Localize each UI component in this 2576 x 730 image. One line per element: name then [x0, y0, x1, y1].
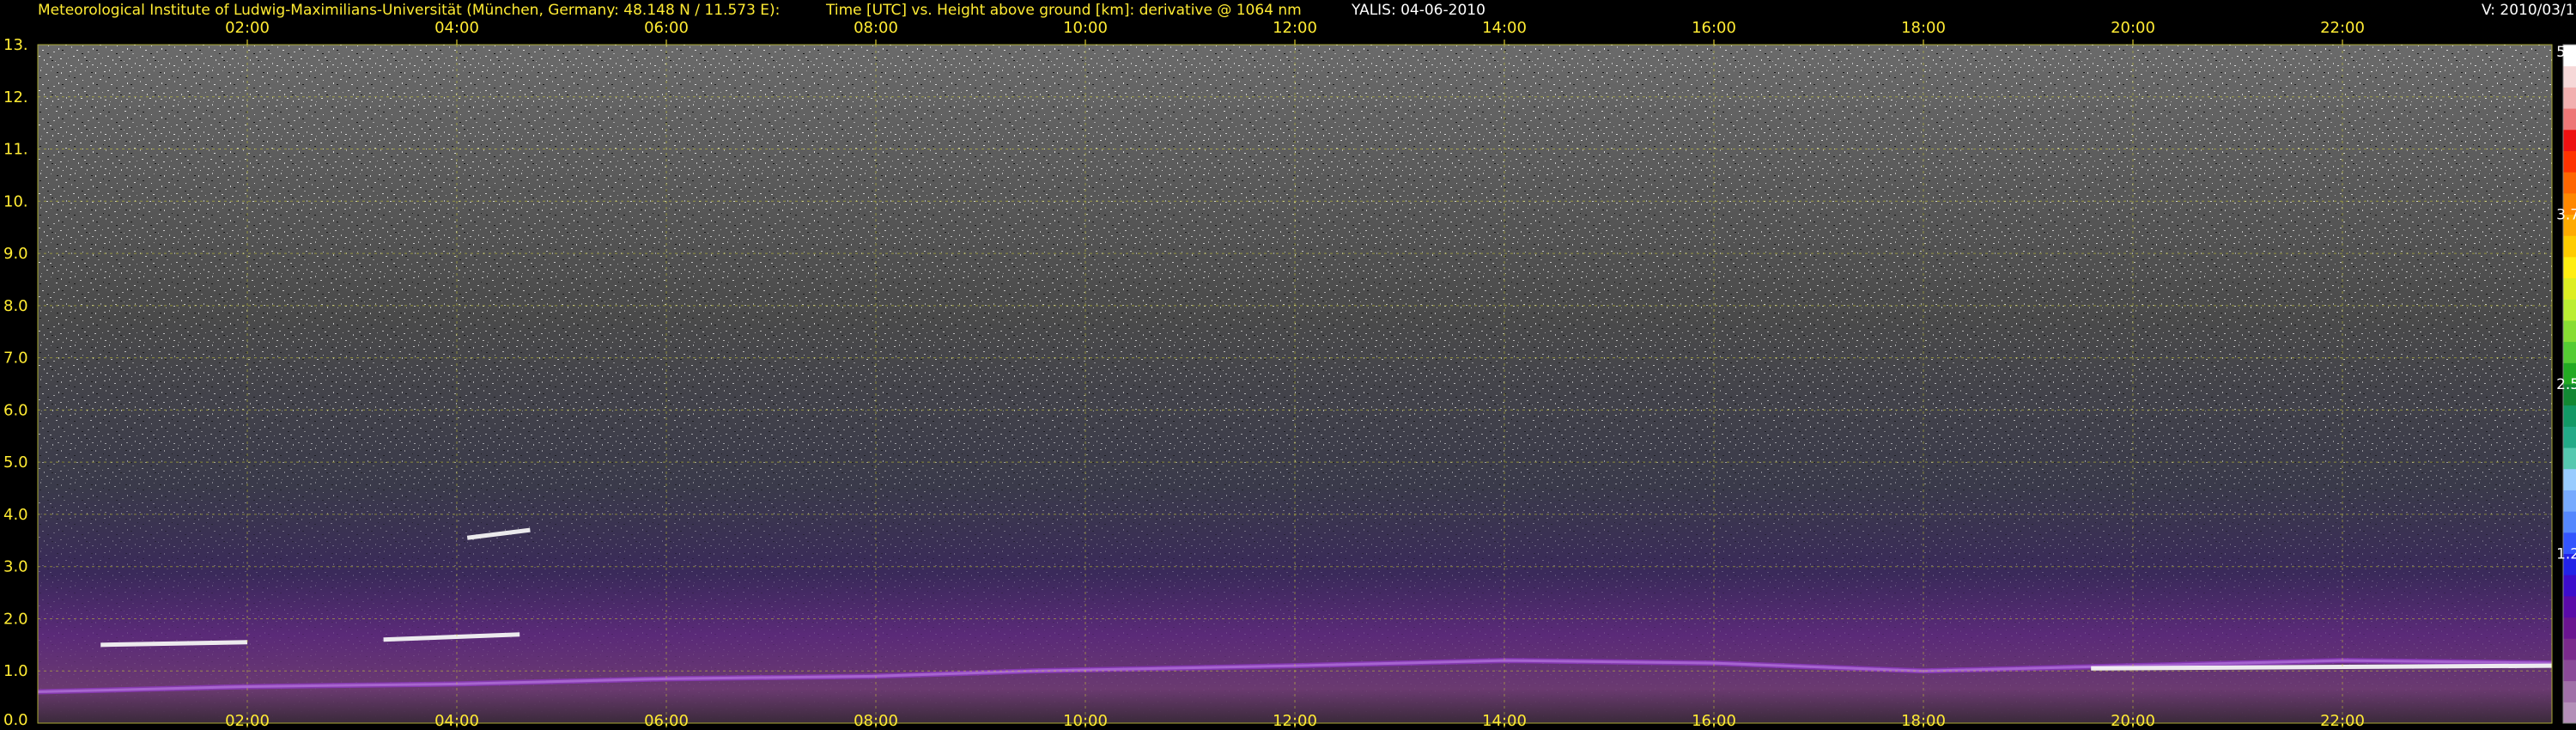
colorbar-swatch	[2563, 490, 2576, 512]
colorbar-tick-label: 1.25	[2556, 546, 2576, 563]
x-tick-label-top: 02:00	[225, 19, 270, 37]
y-tick-label: 10.	[3, 192, 28, 210]
colorbar-swatch	[2563, 447, 2576, 470]
y-tick-label: 3.0	[3, 558, 28, 576]
y-tick-label: 0.0	[3, 711, 28, 729]
colorbar-swatch	[2563, 680, 2576, 703]
colorbar-swatch	[2563, 319, 2576, 343]
x-tick-label-top: 04:00	[434, 19, 479, 37]
colorbar-swatch	[2563, 638, 2576, 660]
colorbar-tick-label: 2.50	[2556, 376, 2576, 393]
colorbar-swatch	[2563, 150, 2576, 173]
feature-evening-layer	[2091, 663, 2553, 671]
colorbar-swatch	[2563, 277, 2576, 300]
colorbar-swatch	[2563, 575, 2576, 597]
feature-elevated-layer-0130	[100, 640, 248, 648]
colorbar-swatch	[2563, 299, 2576, 321]
x-tick-label-top: 06:00	[644, 19, 689, 37]
colorbar-swatch	[2563, 256, 2576, 279]
colorbar-swatch	[2563, 468, 2576, 490]
colorbar-swatch	[2563, 702, 2576, 724]
colorbar-swatch	[2563, 172, 2576, 194]
x-axis-top: 02:00 04:00 06:00 08:00 10:00 12:00 14:00 16:00…	[225, 19, 2365, 45]
colorbar-swatch	[2563, 617, 2576, 639]
x-tick-label-top: 10:00	[1063, 19, 1108, 37]
colorbar-tick-label: 5.00	[2556, 44, 2576, 61]
y-tick-label: 9.0	[3, 245, 28, 263]
colorbar-swatch	[2563, 65, 2576, 88]
plot-area	[37, 44, 2553, 724]
x-tick-label-top: 08:00	[854, 19, 898, 37]
colorbar-swatch	[2563, 108, 2576, 131]
x-tick-label-top: 16:00	[1692, 19, 1736, 37]
y-tick-label: 6.0	[3, 401, 28, 419]
x-tick-label-top: 12:00	[1273, 19, 1317, 37]
colorbar-tick-label: 3.75	[2556, 207, 2576, 224]
y-tick-label: 5.0	[3, 453, 28, 471]
y-tick-label: 12.	[3, 88, 28, 106]
x-tick-label-top: 22:00	[2320, 19, 2365, 37]
colorbar-swatch	[2563, 235, 2576, 258]
y-tick-label: 1.0	[3, 662, 28, 680]
y-tick-label: 13.	[3, 36, 28, 54]
colorbar-swatch	[2563, 129, 2576, 151]
y-tick-label: 8.0	[3, 297, 28, 315]
y-axis: 0.0 1.0 2.0 3.0 4.0 5.0 6.0 7.0 8.0 9.0 10. 11. 12. 1…	[3, 36, 28, 729]
colorbar-swatch	[2563, 87, 2576, 109]
colorbar-swatch	[2563, 659, 2576, 682]
colorbar-swatch	[2563, 511, 2576, 533]
colorbar-swatch	[2563, 426, 2576, 448]
y-tick-label: 11.	[3, 141, 28, 159]
colorbar-swatch	[2563, 341, 2576, 363]
y-tick-label: 7.0	[3, 350, 28, 368]
colorbar-swatch	[2563, 595, 2576, 618]
y-tick-label: 4.0	[3, 506, 28, 524]
colorbar-swatch	[2563, 405, 2576, 427]
x-tick-label-top: 18:00	[1901, 19, 1946, 37]
lidar-heatmap-chart: 02:00 04:00 06:00 08:00 10:00 12:00 14:00 16:00…	[3, 19, 2576, 730]
y-tick-label: 2.0	[3, 610, 28, 628]
colorbar: 5.00 3.75 2.50 1.25	[2556, 44, 2576, 724]
x-tick-label-top: 20:00	[2111, 19, 2155, 37]
x-tick-label-top: 14:00	[1482, 19, 1527, 37]
